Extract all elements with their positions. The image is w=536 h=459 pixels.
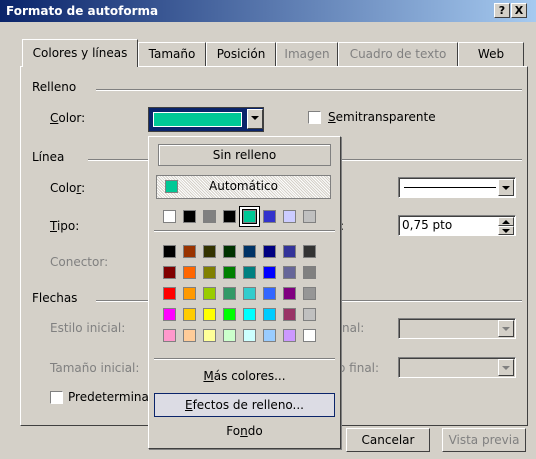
palette-color-swatch[interactable] xyxy=(243,329,256,342)
palette-color-swatch[interactable] xyxy=(263,308,276,321)
preview-button[interactable]: Vista previa xyxy=(442,428,526,452)
more-colors-button[interactable]: Más colores... xyxy=(154,366,335,388)
recent-color-swatch[interactable] xyxy=(183,210,196,223)
help-button[interactable]: ? xyxy=(494,3,510,18)
tab-cuadro-de-texto[interactable]: Cuadro de texto xyxy=(338,42,458,66)
tab-tamano[interactable]: Tamaño xyxy=(138,42,206,66)
palette-color-swatch[interactable] xyxy=(203,308,216,321)
fill-color-dropdown-button[interactable] xyxy=(247,109,263,129)
palette-color-swatch[interactable] xyxy=(163,329,176,342)
palette-color-swatch[interactable] xyxy=(163,287,176,300)
palette-color-swatch[interactable] xyxy=(303,308,316,321)
recent-color-swatch[interactable] xyxy=(163,210,176,223)
palette-color-swatch[interactable] xyxy=(163,245,176,258)
tab-posicion[interactable]: Posición xyxy=(206,42,276,66)
recent-color-swatch[interactable] xyxy=(240,207,259,226)
palette-color-swatch[interactable] xyxy=(243,308,256,321)
palette-color-swatch[interactable] xyxy=(263,266,276,279)
palette-color-swatch[interactable] xyxy=(303,287,316,300)
recent-color-swatch[interactable] xyxy=(303,210,316,223)
background-button[interactable]: Fondo xyxy=(154,421,335,443)
palette-color-swatch[interactable] xyxy=(223,266,236,279)
palette-color-swatch[interactable] xyxy=(243,245,256,258)
palette-color-swatch[interactable] xyxy=(303,245,316,258)
recent-color-swatch[interactable] xyxy=(263,210,276,223)
color-picker-popup: Sin relleno Automático Más colores... Ef… xyxy=(148,136,341,449)
popup-separator-2 xyxy=(154,358,335,360)
close-button[interactable]: X xyxy=(511,3,527,18)
palette-color-swatch[interactable] xyxy=(303,329,316,342)
cancel-button[interactable]: Cancelar xyxy=(346,428,430,452)
palette-color-swatch[interactable] xyxy=(303,266,316,279)
fill-effects-button[interactable]: Efectos de relleno... xyxy=(154,393,335,417)
palette-color-swatch[interactable] xyxy=(183,308,196,321)
palette-color-swatch[interactable] xyxy=(243,287,256,300)
palette-color-swatch[interactable] xyxy=(203,287,216,300)
automatic-color-swatch xyxy=(165,180,178,193)
palette-color-swatch[interactable] xyxy=(183,287,196,300)
palette-color-swatch[interactable] xyxy=(283,308,296,321)
window-title: Formato de autoforma xyxy=(6,4,159,18)
recent-color-swatch[interactable] xyxy=(203,210,216,223)
palette-color-swatch[interactable] xyxy=(183,266,196,279)
palette-color-swatch[interactable] xyxy=(283,287,296,300)
automatic-color-label: Automático xyxy=(209,179,278,193)
palette-color-swatch[interactable] xyxy=(163,266,176,279)
palette-color-swatch[interactable] xyxy=(263,245,276,258)
palette-color-swatch[interactable] xyxy=(203,329,216,342)
palette-color-swatch[interactable] xyxy=(243,266,256,279)
palette-color-swatch[interactable] xyxy=(263,329,276,342)
no-fill-button[interactable]: Sin relleno xyxy=(158,144,331,166)
palette-color-swatch[interactable] xyxy=(183,329,196,342)
palette-color-swatch[interactable] xyxy=(283,329,296,342)
fill-color-swatch xyxy=(153,112,242,127)
palette-color-swatch[interactable] xyxy=(283,266,296,279)
fill-color-dropdown-wrap xyxy=(246,108,266,131)
palette-color-swatch[interactable] xyxy=(203,266,216,279)
recent-color-swatch[interactable] xyxy=(283,210,296,223)
palette-color-swatch[interactable] xyxy=(203,245,216,258)
palette-color-swatch[interactable] xyxy=(223,308,236,321)
popup-separator-1 xyxy=(154,230,335,232)
recent-color-swatch[interactable] xyxy=(223,210,236,223)
palette-color-swatch[interactable] xyxy=(223,245,236,258)
palette-color-swatch[interactable] xyxy=(283,245,296,258)
palette-color-swatch[interactable] xyxy=(223,287,236,300)
palette-color-swatch[interactable] xyxy=(223,329,236,342)
tab-web[interactable]: Web xyxy=(458,42,524,66)
title-bar: Formato de autoforma ? X xyxy=(0,0,536,22)
palette-color-swatch[interactable] xyxy=(263,287,276,300)
automatic-color-button[interactable]: Automático xyxy=(156,175,331,199)
palette-color-swatch[interactable] xyxy=(163,308,176,321)
tab-colores-y-lineas[interactable]: Colores y líneas xyxy=(22,39,138,67)
tab-imagen[interactable]: Imagen xyxy=(276,42,338,66)
palette-color-swatch[interactable] xyxy=(183,245,196,258)
